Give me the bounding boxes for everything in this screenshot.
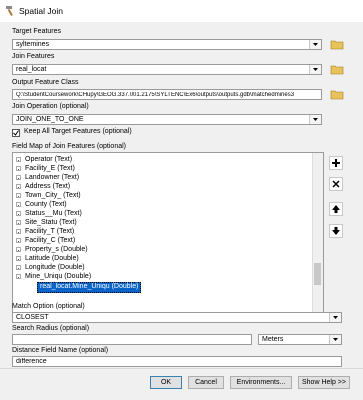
tree-item-selected[interactable]: real_locat.Mine_Uniqu (Double): [37, 282, 142, 293]
target-features-label: Target Features: [12, 28, 62, 35]
keep-all-label: Keep All Target Features (optional): [24, 128, 132, 135]
join-operation-value: JOIN_ONE_TO_ONE: [16, 116, 84, 123]
expand-icon[interactable]: [16, 265, 21, 270]
target-features-combo[interactable]: syltemines: [12, 39, 322, 50]
delete-field-button[interactable]: [329, 177, 343, 191]
distance-field-value: difference: [16, 358, 47, 365]
folder-icon[interactable]: [330, 88, 344, 100]
expand-icon[interactable]: [16, 157, 21, 162]
close-icon: [332, 180, 340, 188]
expand-icon[interactable]: [16, 202, 21, 207]
hammer-icon: [6, 6, 13, 16]
match-option-combo[interactable]: CLOSEST: [12, 312, 342, 323]
join-features-value: real_locat: [16, 66, 47, 73]
match-option-label: Match Option (optional): [12, 303, 85, 310]
chevron-down-icon[interactable]: [309, 40, 321, 49]
chevron-down-icon[interactable]: [329, 335, 341, 344]
distance-field-input[interactable]: difference: [12, 356, 342, 367]
chevron-down-icon[interactable]: [309, 65, 321, 74]
title-bar: Spatial Join: [0, 0, 363, 22]
move-down-button[interactable]: [329, 224, 343, 238]
join-features-label: Join Features: [12, 53, 55, 60]
folder-icon[interactable]: [330, 38, 344, 50]
add-field-button[interactable]: [329, 156, 343, 170]
search-radius-label: Search Radius (optional): [12, 325, 90, 332]
join-operation-label: Join Operation (optional): [12, 103, 89, 110]
search-radius-units-combo[interactable]: Meters: [258, 334, 342, 345]
expand-icon[interactable]: [16, 220, 21, 225]
search-radius-field[interactable]: [12, 334, 252, 345]
output-feature-class-field[interactable]: Q:\StudentCoursework\CHupy\GEOG.337.001.…: [12, 89, 322, 100]
distance-field-label: Distance Field Name (optional): [12, 347, 109, 354]
move-up-button[interactable]: [329, 202, 343, 216]
join-features-combo[interactable]: real_locat: [12, 64, 322, 75]
chevron-down-icon[interactable]: [309, 115, 321, 124]
expand-icon[interactable]: [16, 247, 21, 252]
dialog-body: Target Features syltemines Join Features…: [0, 22, 363, 400]
cancel-button[interactable]: Cancel: [188, 376, 224, 389]
window-title: Spatial Join: [19, 6, 63, 16]
plus-icon: [332, 159, 340, 167]
tree-scrollbar[interactable]: [312, 153, 323, 321]
keep-all-checkbox[interactable]: [12, 129, 20, 137]
field-map-tree[interactable]: Operator (Text) Facility_E (Text) Landow…: [12, 152, 324, 322]
show-help-button[interactable]: Show Help >>: [298, 376, 350, 389]
expand-icon[interactable]: [16, 184, 21, 189]
arrow-down-icon: [332, 227, 340, 235]
scrollbar-thumb[interactable]: [314, 263, 321, 285]
search-radius-units-value: Meters: [262, 336, 284, 343]
expand-icon[interactable]: [16, 166, 21, 171]
button-separator: [0, 368, 363, 369]
match-option-value: CLOSEST: [16, 314, 49, 321]
check-icon: [13, 130, 19, 136]
expand-icon[interactable]: [16, 229, 21, 234]
target-features-value: syltemines: [16, 41, 50, 48]
expand-icon[interactable]: [16, 175, 21, 180]
expand-icon[interactable]: [16, 238, 21, 243]
chevron-down-icon[interactable]: [329, 313, 341, 322]
join-operation-combo[interactable]: JOIN_ONE_TO_ONE: [12, 114, 322, 125]
output-feature-class-label: Output Feature Class: [12, 79, 79, 86]
collapse-icon[interactable]: [16, 274, 21, 279]
ok-button[interactable]: OK: [150, 376, 182, 389]
folder-icon[interactable]: [330, 63, 344, 75]
environments-button[interactable]: Environments...: [230, 376, 292, 389]
arrow-up-icon: [332, 205, 340, 213]
field-map-label: Field Map of Join Features (optional): [12, 143, 126, 150]
output-feature-class-value: Q:\StudentCoursework\CHupy\GEOG.337.001.…: [16, 92, 295, 98]
expand-icon[interactable]: [16, 256, 21, 261]
expand-icon[interactable]: [16, 193, 21, 198]
expand-icon[interactable]: [16, 211, 21, 216]
